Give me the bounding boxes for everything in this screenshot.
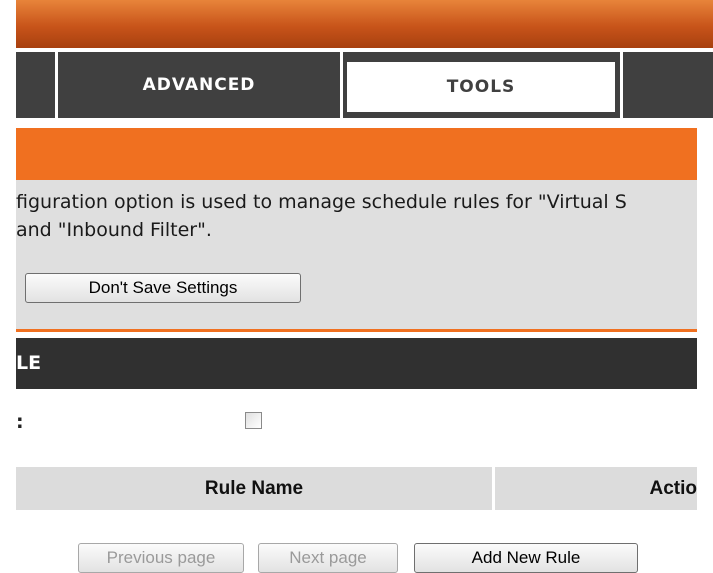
top-banner: [16, 0, 713, 48]
section-header: [16, 338, 697, 389]
enable-checkbox[interactable]: [245, 412, 262, 429]
intro-text: figuration option is used to manage sche…: [16, 188, 697, 244]
top-nav-bar: ADVANCED TOOLS: [16, 52, 713, 118]
page-title-bar: [16, 128, 697, 180]
add-new-rule-button[interactable]: Add New Rule: [414, 543, 638, 573]
previous-page-button[interactable]: Previous page: [78, 543, 244, 573]
intro-line-2: and "Inbound Filter".: [16, 219, 212, 241]
section-divider: [16, 329, 697, 332]
enable-label: :: [16, 411, 24, 433]
next-page-button[interactable]: Next page: [258, 543, 398, 573]
tab-separator: [620, 52, 623, 118]
dont-save-settings-button[interactable]: Don't Save Settings: [25, 273, 301, 303]
column-header-rule-name: Rule Name: [204, 478, 304, 499]
intro-line-1: figuration option is used to manage sche…: [16, 191, 627, 213]
tab-advanced[interactable]: ADVANCED: [58, 52, 340, 118]
tab-tools[interactable]: TOOLS: [345, 60, 617, 114]
tab-separator: [340, 52, 343, 118]
column-header-action: Actio: [649, 478, 698, 499]
section-title: LE: [16, 352, 42, 374]
